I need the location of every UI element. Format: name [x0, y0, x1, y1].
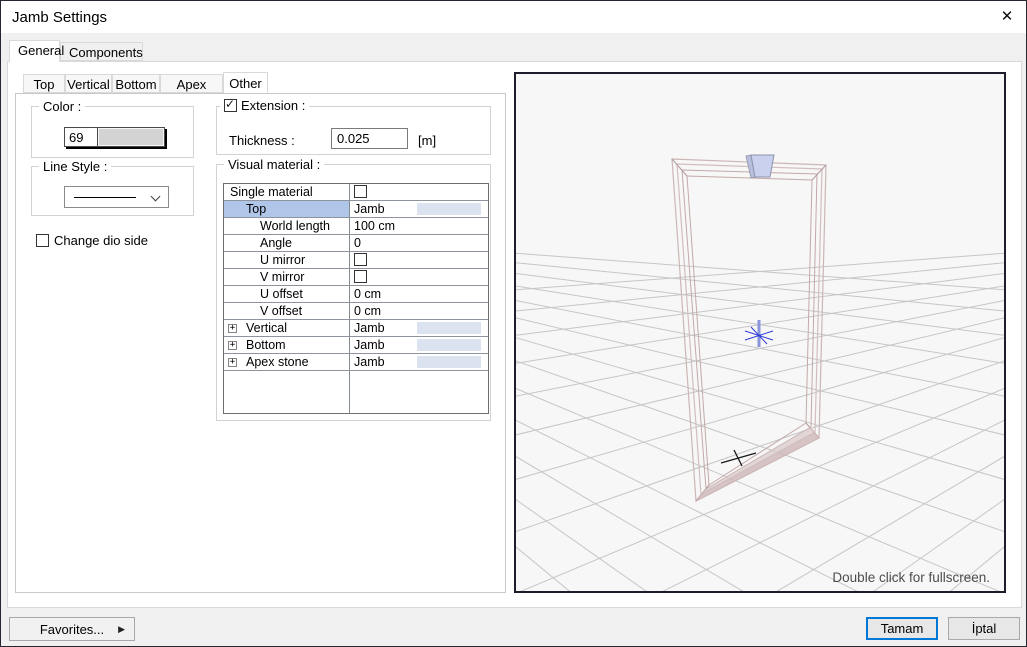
color-swatch[interactable] — [98, 128, 164, 146]
tab-general[interactable]: General — [9, 40, 60, 62]
axis-gizmo-icon — [745, 320, 773, 347]
change-dio-side-label: Change dio side — [54, 233, 148, 248]
tab-components[interactable]: Components — [60, 42, 143, 61]
visual-material-group-label: Visual material : — [224, 157, 324, 172]
thickness-unit-label: [m] — [418, 133, 436, 148]
thickness-label: Thickness : — [229, 133, 295, 148]
3d-preview-viewport[interactable]: Double click for fullscreen. — [514, 72, 1006, 593]
subtab-vertical[interactable]: Vertical — [65, 74, 112, 93]
extension-group: ✓ Extension : Thickness : [m] — [216, 106, 491, 155]
change-dio-side: Change dio side — [36, 232, 148, 248]
color-group-label: Color : — [39, 99, 85, 114]
titlebar: Jamb Settings ✕ — [1, 1, 1026, 33]
table-row-apex-stone[interactable]: + Apex stone Jamb — [224, 354, 488, 371]
table-row-u-offset[interactable]: U offset 0 cm — [224, 286, 488, 303]
table-row-top[interactable]: - Top Jamb — [224, 201, 488, 218]
table-row-v-offset[interactable]: V offset 0 cm — [224, 303, 488, 320]
color-number-field[interactable]: 69 — [65, 128, 98, 146]
material-swatch[interactable] — [417, 356, 481, 368]
material-swatch[interactable] — [417, 322, 481, 334]
line-style-group-label: Line Style : — [39, 159, 111, 174]
subtab-apex-stone[interactable]: Apex stone — [160, 74, 223, 93]
fullscreen-hint: Double click for fullscreen. — [832, 570, 990, 585]
table-row-world-length[interactable]: World length 100 cm — [224, 218, 488, 235]
table-row-vertical[interactable]: + Vertical Jamb — [224, 320, 488, 337]
table-row-angle[interactable]: Angle 0 — [224, 235, 488, 252]
favorites-button[interactable]: Favorites... ▶ — [9, 617, 135, 641]
line-style-group: Line Style : — [31, 166, 194, 216]
table-row-bottom[interactable]: + Bottom Jamb — [224, 337, 488, 354]
floor-grid — [516, 224, 1004, 591]
subtab-bottom[interactable]: Bottom — [112, 74, 160, 93]
table-row-v-mirror[interactable]: V mirror — [224, 269, 488, 286]
visual-material-group: Visual material : Single material - Top … — [216, 164, 491, 421]
table-row-single-material[interactable]: Single material — [224, 184, 488, 201]
line-style-sample — [74, 197, 136, 198]
change-dio-side-checkbox[interactable] — [36, 234, 49, 247]
window-title: Jamb Settings — [12, 9, 107, 26]
subtab-top[interactable]: Top — [23, 74, 65, 93]
subtab-other[interactable]: Other — [223, 72, 268, 93]
color-group: Color : 69 — [31, 106, 194, 158]
cancel-button[interactable]: İptal — [948, 617, 1020, 640]
apex-stone — [746, 155, 774, 178]
jamb-settings-dialog: Jamb Settings ✕ General Components Top V… — [0, 0, 1027, 647]
visual-material-table: Single material - Top Jamb World length … — [223, 183, 489, 414]
extension-checkbox[interactable]: ✓ — [224, 99, 237, 112]
material-swatch[interactable] — [417, 339, 481, 351]
color-picker[interactable]: 69 — [64, 127, 165, 147]
close-icon[interactable]: ✕ — [996, 7, 1018, 27]
table-row-u-mirror[interactable]: U mirror — [224, 252, 488, 269]
material-swatch[interactable] — [417, 203, 481, 215]
chevron-down-icon — [151, 192, 161, 202]
thickness-input[interactable] — [331, 128, 408, 149]
u-mirror-checkbox[interactable] — [354, 253, 367, 266]
ok-button[interactable]: Tamam — [866, 617, 938, 640]
menu-arrow-icon: ▶ — [118, 624, 125, 635]
line-style-dropdown[interactable] — [64, 186, 169, 208]
preview-scene: Double click for fullscreen. — [516, 74, 1004, 591]
v-mirror-checkbox[interactable] — [354, 270, 367, 283]
single-material-checkbox[interactable] — [354, 185, 367, 198]
extension-label: Extension : — [241, 98, 305, 113]
